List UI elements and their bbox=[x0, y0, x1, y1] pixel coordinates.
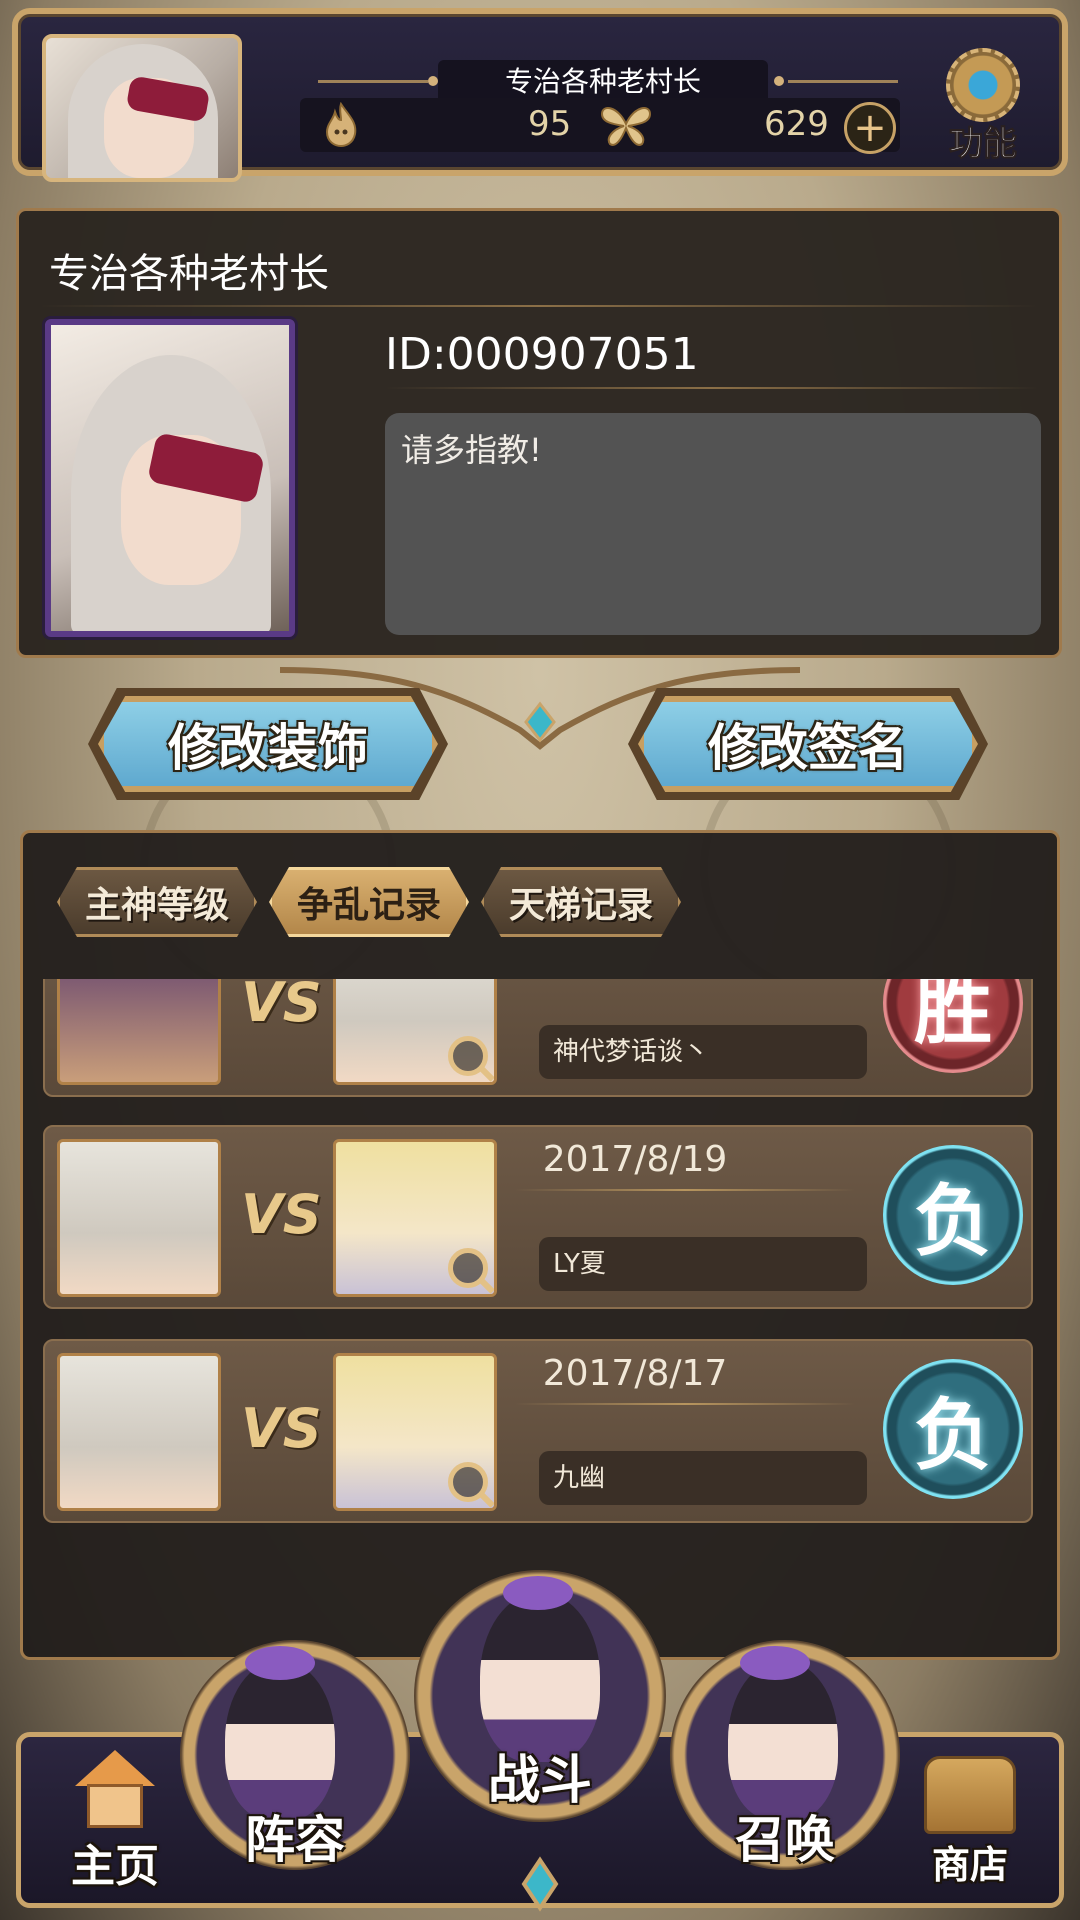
nav-lineup[interactable]: 阵容 bbox=[190, 1800, 400, 1872]
divider bbox=[515, 1189, 855, 1191]
nav-battle-label: 战斗 bbox=[487, 1751, 592, 1811]
function-button[interactable]: 功能 bbox=[918, 48, 1048, 165]
opponent-portrait[interactable] bbox=[333, 1353, 497, 1511]
player-avatar[interactable] bbox=[42, 34, 242, 182]
record-date: 2017/8/17 bbox=[542, 1353, 728, 1394]
my-portrait bbox=[57, 1139, 221, 1297]
divider bbox=[515, 1403, 855, 1405]
profile-avatar[interactable] bbox=[45, 319, 295, 637]
list-item[interactable]: VS 2017/8/17 九幽 负 bbox=[43, 1339, 1033, 1523]
battle-character bbox=[480, 1592, 600, 1762]
vs-label: VS bbox=[241, 1183, 322, 1246]
gear-icon bbox=[946, 48, 1020, 122]
flame-icon bbox=[316, 98, 366, 152]
records-panel: 主神等级 争乱记录 天梯记录 VS 神代梦话谈丶 胜 VS 2017/8/19 … bbox=[20, 830, 1060, 1660]
my-portrait bbox=[57, 979, 221, 1085]
function-label: 功能 bbox=[949, 124, 1018, 165]
nav-home-label: 主页 bbox=[71, 1841, 159, 1892]
my-portrait bbox=[57, 1353, 221, 1511]
profile-panel: 专治各种老村长 ID:000907051 请多指教! bbox=[16, 208, 1062, 658]
opponent-portrait[interactable] bbox=[333, 1139, 497, 1297]
butterfly-icon bbox=[596, 98, 656, 152]
nav-shop[interactable]: 商店 bbox=[905, 1756, 1035, 1889]
plus-icon: + bbox=[853, 105, 887, 151]
nav-summon-label: 召唤 bbox=[735, 1811, 835, 1869]
lineup-character bbox=[225, 1660, 335, 1820]
profile-name: 专治各种老村长 bbox=[49, 251, 329, 297]
opponent-name: 九幽 bbox=[539, 1451, 867, 1505]
opponent-portrait[interactable] bbox=[333, 979, 497, 1085]
vs-label: VS bbox=[241, 979, 322, 1034]
nav-summon[interactable]: 召唤 bbox=[680, 1800, 890, 1872]
divider bbox=[385, 387, 1039, 389]
nav-battle[interactable]: 战斗 bbox=[430, 1738, 650, 1813]
house-icon bbox=[69, 1750, 161, 1830]
gem-ornament bbox=[521, 1856, 559, 1912]
signature-box: 请多指教! bbox=[385, 413, 1041, 635]
opponent-name: 神代梦话谈丶 bbox=[539, 1025, 867, 1079]
search-icon[interactable] bbox=[448, 1248, 488, 1288]
divider-dot bbox=[774, 76, 784, 86]
tab-god-level[interactable]: 主神等级 bbox=[57, 867, 257, 937]
bow-decoration bbox=[503, 1576, 573, 1610]
add-currency-button[interactable]: + bbox=[844, 102, 896, 154]
search-icon[interactable] bbox=[448, 1462, 488, 1502]
record-date: 2017/8/19 bbox=[542, 1139, 728, 1180]
edit-decoration-button[interactable]: 修改装饰 bbox=[98, 696, 438, 792]
divider bbox=[318, 80, 428, 83]
player-id: ID:000907051 bbox=[385, 329, 699, 380]
resource1-value: 95 bbox=[528, 104, 572, 144]
resource2-value: 629 bbox=[764, 104, 829, 144]
search-icon[interactable] bbox=[448, 1036, 488, 1076]
result-badge: 负 bbox=[883, 1359, 1023, 1499]
tab-ladder-records[interactable]: 天梯记录 bbox=[481, 867, 681, 937]
bow-decoration bbox=[740, 1646, 810, 1680]
record-list[interactable]: VS 神代梦话谈丶 胜 VS 2017/8/19 LY夏 负 VS 2017/8… bbox=[23, 979, 1057, 1657]
nav-shop-label: 商店 bbox=[931, 1843, 1008, 1887]
result-badge: 负 bbox=[883, 1145, 1023, 1285]
tab-conflict-records[interactable]: 争乱记录 bbox=[269, 867, 469, 937]
divider bbox=[788, 80, 898, 83]
edit-signature-button[interactable]: 修改签名 bbox=[638, 696, 978, 792]
list-item[interactable]: VS 神代梦话谈丶 胜 bbox=[43, 979, 1033, 1097]
list-item[interactable]: VS 2017/8/19 LY夏 负 bbox=[43, 1125, 1033, 1309]
divider bbox=[39, 305, 1039, 307]
opponent-name: LY夏 bbox=[539, 1237, 867, 1291]
summon-character bbox=[728, 1660, 838, 1820]
bow-decoration bbox=[245, 1646, 315, 1680]
treasure-chest-icon bbox=[924, 1756, 1016, 1834]
divider-dot bbox=[428, 76, 438, 86]
result-badge: 胜 bbox=[883, 979, 1023, 1073]
nav-home[interactable]: 主页 bbox=[50, 1750, 180, 1894]
nav-lineup-label: 阵容 bbox=[245, 1811, 345, 1869]
vs-label: VS bbox=[241, 1397, 322, 1460]
